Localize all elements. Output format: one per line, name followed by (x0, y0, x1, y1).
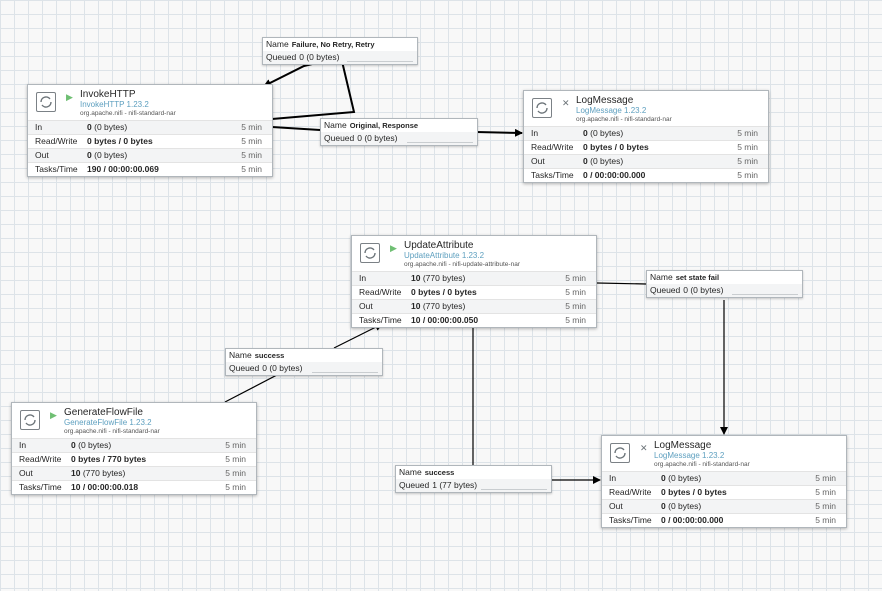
connection-queued-row: Queued 0 (0 bytes) (647, 284, 802, 297)
processor-type: LogMessage 1.23.2 (576, 106, 647, 115)
connection-failure[interactable]: Name Failure, No Retry, Retry Queued 0 (0 … (262, 37, 418, 65)
processor-header: ▶ InvokeHTTP InvokeHTTP 1.23.2 org.apach… (28, 85, 272, 120)
processor-type: GenerateFlowFile 1.23.2 (64, 418, 152, 427)
processor-icon (36, 92, 56, 112)
edge-failure-loop[interactable] (263, 55, 356, 120)
processor-logmessage-top[interactable]: ✕ LogMessage LogMessage 1.23.2 org.apach… (523, 90, 769, 183)
processor-bundle: org.apache.nifi - nifi-standard-nar (654, 461, 750, 468)
processor-bundle: org.apache.nifi - nifi-standard-nar (80, 110, 176, 117)
processor-name: GenerateFlowFile (64, 407, 143, 418)
connection-original-response[interactable]: Name Original, Response Queued 0 (0 bytes) (320, 118, 478, 146)
processor-header: ✕ LogMessage LogMessage 1.23.2 org.apach… (602, 436, 846, 471)
queue-bar (407, 142, 473, 143)
connection-queued-row: Queued 1 (77 bytes) (396, 479, 551, 492)
stat-row-readwrite: Read/Write 0 bytes / 0 bytes 5 min (28, 134, 272, 148)
invalid-run-icon: ✕ (640, 443, 648, 453)
connection-name-row: Name success (229, 350, 285, 360)
processor-icon (532, 98, 552, 118)
connection-queued-row: Queued 0 (0 bytes) (321, 132, 477, 145)
processor-name: LogMessage (654, 440, 712, 451)
processor-icon (610, 443, 630, 463)
connection-name-row: Name set state fail (650, 272, 720, 282)
edge-state-fail[interactable] (596, 282, 647, 285)
processor-icon (20, 410, 40, 430)
stat-row-in: In 0 (0 bytes) 5 min (12, 438, 256, 452)
play-icon: ▶ (390, 243, 397, 253)
connection-queued-row: Queued 0 (0 bytes) (226, 362, 382, 375)
stat-row-out: Out 0 (0 bytes) 5 min (524, 154, 768, 168)
processor-icon (360, 243, 380, 263)
edge-original-response-arrow[interactable] (475, 128, 523, 137)
stat-row-readwrite: Read/Write 0 bytes / 0 bytes 5 min (524, 140, 768, 154)
processor-bundle: org.apache.nifi - nifi-standard-nar (64, 428, 160, 435)
processor-bundle: org.apache.nifi - nifi-standard-nar (576, 116, 672, 123)
stat-row-tasks: Tasks/Time 0 / 00:00:00.000 5 min (602, 513, 846, 527)
connection-queued-row: Queued 0 (0 bytes) (263, 51, 417, 64)
stat-row-tasks: Tasks/Time 10 / 00:00:00.050 5 min (352, 313, 596, 327)
queue-bar (732, 294, 798, 295)
processor-header: ▶ GenerateFlowFile GenerateFlowFile 1.23… (12, 403, 256, 438)
processor-header: ▶ UpdateAttribute UpdateAttribute 1.23.2… (352, 236, 596, 271)
queue-bar (347, 61, 413, 62)
processor-generateflowfile[interactable]: ▶ GenerateFlowFile GenerateFlowFile 1.23… (11, 402, 257, 495)
connection-name-row: Name Original, Response (324, 120, 419, 130)
connection-name-row: Name Failure, No Retry, Retry (266, 39, 375, 49)
stat-row-readwrite: Read/Write 0 bytes / 0 bytes 5 min (602, 485, 846, 499)
processor-type: LogMessage 1.23.2 (654, 451, 725, 460)
connection-name-row: Name success (399, 467, 455, 477)
processor-invokehttp[interactable]: ▶ InvokeHTTP InvokeHTTP 1.23.2 org.apach… (27, 84, 273, 177)
stat-row-readwrite: Read/Write 0 bytes / 770 bytes 5 min (12, 452, 256, 466)
stat-row-in: In 0 (0 bytes) 5 min (524, 126, 768, 140)
processor-bundle: org.apache.nifi - nifi-update-attribute-… (404, 261, 520, 268)
processor-name: InvokeHTTP (80, 89, 136, 100)
processor-name: LogMessage (576, 95, 634, 106)
queue-bar (312, 372, 378, 373)
stat-row-in: In 10 (770 bytes) 5 min (352, 271, 596, 285)
stat-row-out: Out 0 (0 bytes) 5 min (602, 499, 846, 513)
processor-type: InvokeHTTP 1.23.2 (80, 100, 149, 109)
play-icon: ▶ (66, 92, 73, 102)
invalid-run-icon: ✕ (562, 98, 570, 108)
processor-type: UpdateAttribute 1.23.2 (404, 251, 485, 260)
processor-updateattribute[interactable]: ▶ UpdateAttribute UpdateAttribute 1.23.2… (351, 235, 597, 328)
stat-row-tasks: Tasks/Time 10 / 00:00:00.018 5 min (12, 480, 256, 494)
stat-row-out: Out 10 (770 bytes) 5 min (352, 299, 596, 313)
stat-row-tasks: Tasks/Time 0 / 00:00:00.000 5 min (524, 168, 768, 182)
flow-canvas[interactable]: ▶ InvokeHTTP InvokeHTTP 1.23.2 org.apach… (0, 0, 882, 591)
connection-success-upd[interactable]: Name success Queued 1 (77 bytes) (395, 465, 552, 493)
connection-success-gen[interactable]: Name success Queued 0 (0 bytes) (225, 348, 383, 376)
stat-row-in: In 0 (0 bytes) 5 min (602, 471, 846, 485)
stat-row-in: In 0 (0 bytes) 5 min (28, 120, 272, 134)
stat-row-readwrite: Read/Write 0 bytes / 0 bytes 5 min (352, 285, 596, 299)
edge-original-response[interactable] (271, 126, 321, 131)
play-icon: ▶ (50, 410, 57, 420)
queue-bar (481, 489, 547, 490)
processor-logmessage-bottom[interactable]: ✕ LogMessage LogMessage 1.23.2 org.apach… (601, 435, 847, 528)
stat-row-tasks: Tasks/Time 190 / 00:00:00.069 5 min (28, 162, 272, 176)
stat-row-out: Out 10 (770 bytes) 5 min (12, 466, 256, 480)
processor-header: ✕ LogMessage LogMessage 1.23.2 org.apach… (524, 91, 768, 126)
connection-state-fail[interactable]: Name set state fail Queued 0 (0 bytes) (646, 270, 803, 298)
processor-name: UpdateAttribute (404, 240, 474, 251)
stat-row-out: Out 0 (0 bytes) 5 min (28, 148, 272, 162)
